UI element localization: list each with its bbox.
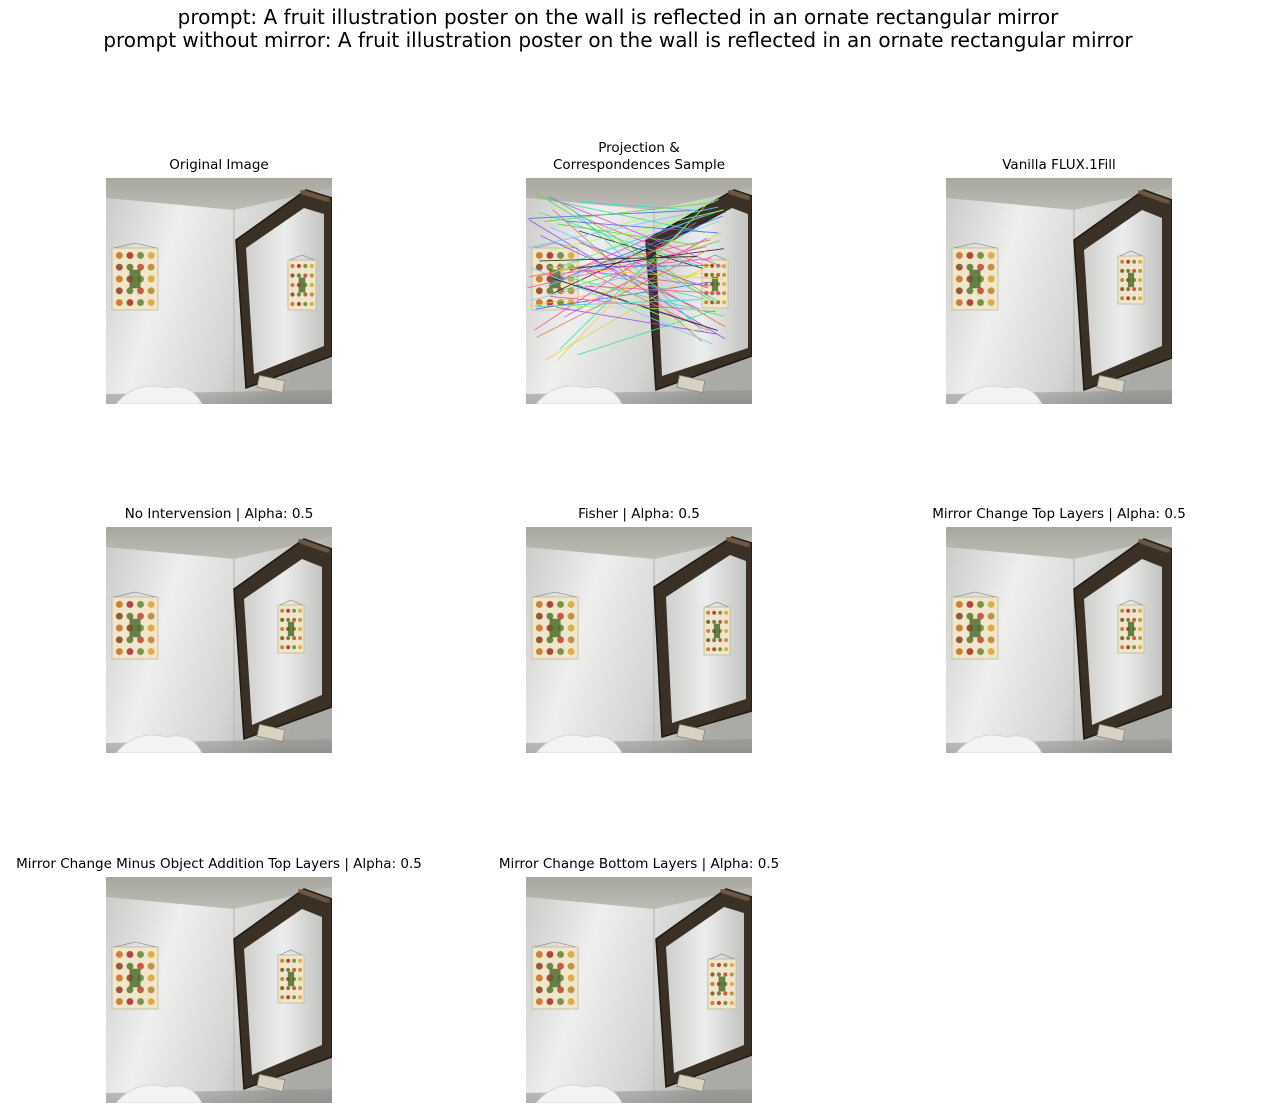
image-original <box>106 178 332 404</box>
image-mirror-minus-object <box>106 877 332 1103</box>
panel-title-fisher: Fisher | Alpha: 0.5 <box>578 506 700 522</box>
image-mirror-bottom <box>526 877 752 1103</box>
panel-title-projection: Projection & Correspondences Sample <box>552 140 726 173</box>
panel-title-vanilla: Vanilla FLUX.1Fill <box>1002 157 1116 173</box>
image-mirror-top <box>946 527 1172 753</box>
panel-title-mirror-minus-object: Mirror Change Minus Object Addition Top … <box>16 856 422 872</box>
image-fisher <box>526 527 752 753</box>
panel-title-original: Original Image <box>169 157 269 173</box>
image-no-intervention <box>106 527 332 753</box>
image-projection <box>526 178 752 404</box>
panel-title-mirror-bottom: Mirror Change Bottom Layers | Alpha: 0.5 <box>498 856 780 872</box>
panel-title-mirror-top: Mirror Change Top Layers | Alpha: 0.5 <box>932 506 1186 522</box>
prompt-line: prompt: A fruit illustration poster on t… <box>177 5 1059 29</box>
panel-title-no-intervention: No Intervension | Alpha: 0.5 <box>124 506 314 522</box>
figure-title: prompt: A fruit illustration poster on t… <box>0 6 1236 52</box>
image-vanilla <box>946 178 1172 404</box>
prompt-without-mirror-line: prompt without mirror: A fruit illustrat… <box>103 28 1133 52</box>
